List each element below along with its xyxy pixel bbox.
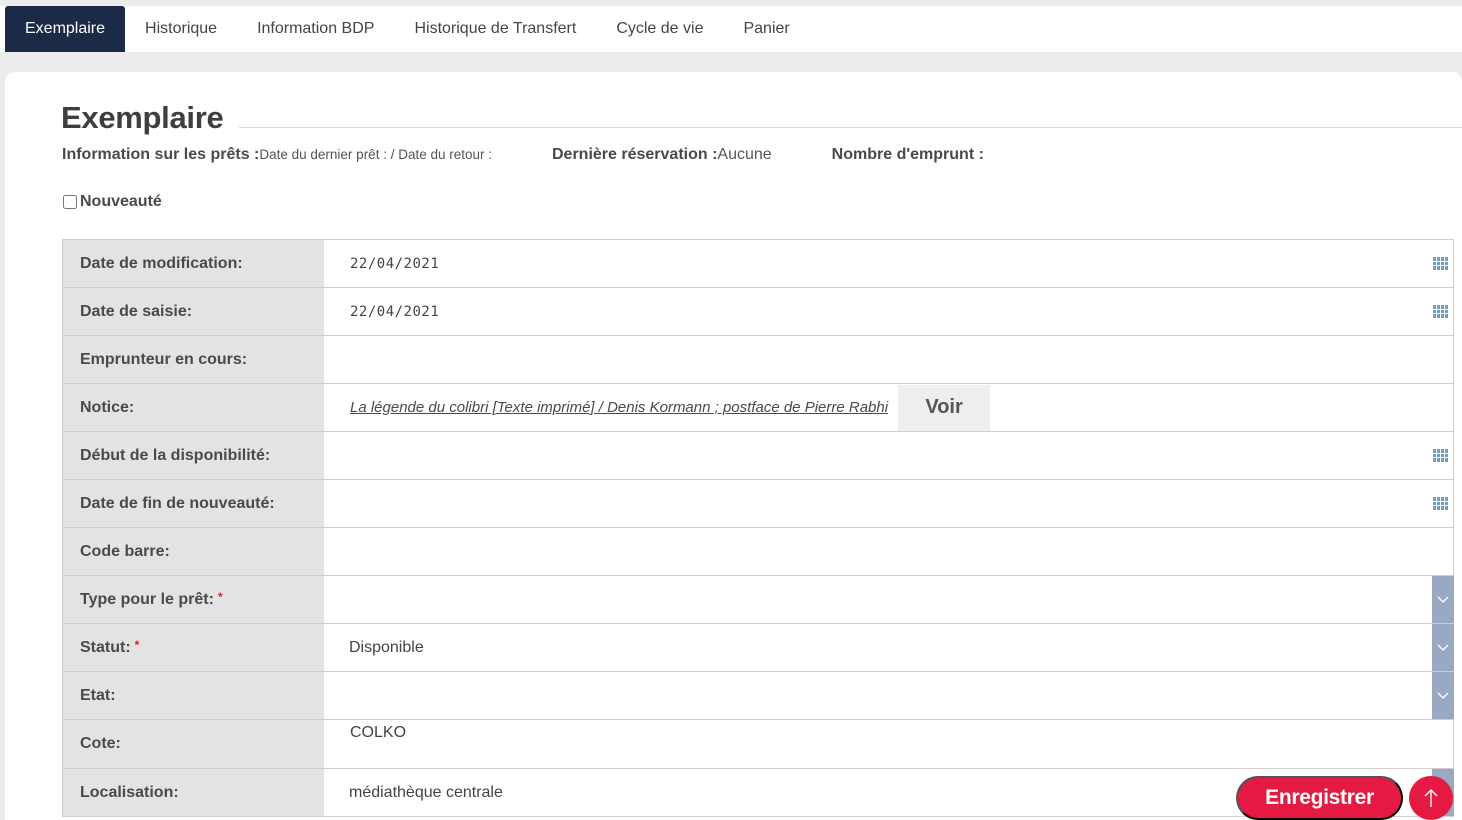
row-type-pret: Type pour le prêt: *: [62, 576, 1454, 624]
exemplaire-form: Date de modification: 22/04/2021 Date de…: [62, 239, 1454, 817]
last-reservation-label: Dernière réservation :: [552, 146, 718, 163]
type-pret-label: Type pour le prêt: *: [62, 576, 324, 623]
date-modification-value: 22/04/2021: [350, 255, 440, 272]
scroll-top-button[interactable]: [1409, 776, 1453, 820]
type-pret-select[interactable]: [324, 576, 1454, 623]
loan-info-row: Information sur les prêts : Date du dern…: [62, 146, 984, 164]
page-title: Exemplaire: [61, 100, 224, 135]
row-code-barre: Code barre:: [62, 528, 1454, 576]
chevron-down-icon[interactable]: [1432, 624, 1454, 671]
main-panel: Exemplaire Information sur les prêts : D…: [5, 72, 1462, 820]
fin-nouveaute-field[interactable]: [324, 480, 1454, 527]
cote-label: Cote:: [62, 720, 324, 768]
notice-field: La légende du colibri [Texte imprimé] / …: [324, 384, 1454, 431]
nouveaute-option[interactable]: Nouveauté: [63, 193, 162, 211]
required-marker: *: [134, 637, 140, 652]
etat-label: Etat:: [62, 672, 324, 719]
emprunteur-field[interactable]: [324, 336, 1454, 383]
voir-button[interactable]: Voir: [898, 384, 991, 431]
date-saisie-field[interactable]: 22/04/2021: [324, 288, 1454, 335]
statut-value: Disponible: [349, 638, 424, 656]
debut-disponibilite-label: Début de la disponibilité:: [62, 432, 324, 479]
tab-historique-transfert[interactable]: Historique de Transfert: [394, 6, 596, 52]
date-modification-label: Date de modification:: [62, 240, 324, 287]
date-modification-field[interactable]: 22/04/2021: [324, 240, 1454, 287]
statut-label-text: Statut:: [80, 638, 131, 656]
calendar-icon[interactable]: [1433, 305, 1448, 318]
emprunteur-label: Emprunteur en cours:: [62, 336, 324, 383]
fin-nouveaute-label: Date de fin de nouveauté:: [62, 480, 324, 527]
statut-label: Statut: *: [62, 624, 324, 671]
localisation-label: Localisation:: [62, 769, 324, 816]
loans-info-label: Information sur les prêts :: [62, 146, 260, 163]
arrow-up-icon: [1424, 789, 1438, 807]
nouveaute-label: Nouveauté: [80, 193, 162, 210]
row-date-modification: Date de modification: 22/04/2021: [62, 240, 1454, 288]
title-divider: [239, 127, 1462, 128]
row-debut-disponibilite: Début de la disponibilité:: [62, 432, 1454, 480]
tab-cycle-de-vie[interactable]: Cycle de vie: [596, 6, 723, 52]
date-saisie-value: 22/04/2021: [350, 303, 440, 320]
tab-bar: Exemplaire Historique Information BDP Hi…: [0, 6, 1462, 52]
chevron-down-icon[interactable]: [1432, 576, 1454, 623]
row-date-saisie: Date de saisie: 22/04/2021: [62, 288, 1454, 336]
loans-info-value: Date du dernier prêt : / Date du retour …: [259, 147, 492, 162]
save-button[interactable]: Enregistrer: [1236, 776, 1403, 820]
nouveaute-checkbox[interactable]: [63, 195, 77, 209]
row-emprunteur: Emprunteur en cours:: [62, 336, 1454, 384]
tab-information-bdp[interactable]: Information BDP: [237, 6, 394, 52]
cote-field[interactable]: COLKO: [324, 720, 1454, 768]
etat-select[interactable]: [324, 672, 1454, 719]
last-reservation-value: Aucune: [717, 146, 772, 163]
row-etat: Etat:: [62, 672, 1454, 720]
chevron-down-icon[interactable]: [1432, 672, 1454, 719]
row-notice: Notice: La légende du colibri [Texte imp…: [62, 384, 1454, 432]
code-barre-label: Code barre:: [62, 528, 324, 575]
calendar-icon[interactable]: [1433, 449, 1448, 462]
localisation-value: médiathèque centrale: [349, 783, 503, 801]
date-saisie-label: Date de saisie:: [62, 288, 324, 335]
title-row: Exemplaire: [61, 100, 1462, 136]
tab-historique[interactable]: Historique: [125, 6, 237, 52]
statut-select[interactable]: Disponible: [324, 624, 1454, 671]
row-cote: Cote: COLKO: [62, 720, 1454, 769]
debut-disponibilite-field[interactable]: [324, 432, 1454, 479]
notice-label: Notice:: [62, 384, 324, 431]
row-fin-nouveaute: Date de fin de nouveauté:: [62, 480, 1454, 528]
borrow-count-label: Nombre d'emprunt :: [831, 146, 984, 163]
type-pret-label-text: Type pour le prêt:: [80, 590, 214, 608]
code-barre-field[interactable]: [324, 528, 1454, 575]
tab-exemplaire[interactable]: Exemplaire: [5, 6, 126, 52]
tab-panier[interactable]: Panier: [723, 6, 809, 52]
calendar-icon[interactable]: [1433, 257, 1448, 270]
notice-link[interactable]: La légende du colibri [Texte imprimé] / …: [350, 399, 888, 416]
row-statut: Statut: * Disponible: [62, 624, 1454, 672]
required-marker: *: [217, 589, 223, 604]
cote-value: COLKO: [350, 724, 407, 741]
calendar-icon[interactable]: [1433, 497, 1448, 510]
